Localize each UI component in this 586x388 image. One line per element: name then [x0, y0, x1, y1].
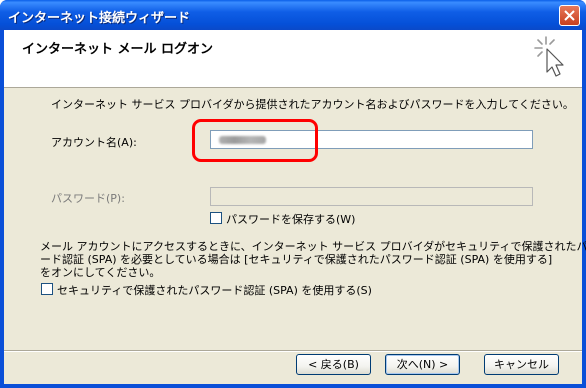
close-button[interactable] [559, 5, 580, 26]
wizard-header: インターネット メール ログオン [4, 30, 582, 88]
account-name-label: アカウント名(A): [51, 136, 137, 149]
spa-checkbox-label: セキュリティで保護されたパスワード認証 (SPA) を使用する(S) [57, 284, 372, 297]
instruction-text: インターネット サービス プロバイダから提供されたアカウント名およびパスワードを… [51, 98, 574, 111]
page-title: インターネット メール ログオン [22, 42, 214, 57]
save-password-label: パスワードを保存する(W) [226, 213, 356, 226]
wizard-window: インターネット接続ウィザード インターネット メール ログオン インターネット … [0, 0, 586, 388]
spa-note-line-3: をオンにしてください。 [40, 266, 161, 279]
password-label: パスワード(P): [51, 192, 125, 205]
footer-separator [4, 350, 582, 352]
wizard-sparkle-icon [534, 36, 564, 77]
dialog-client-area: インターネット メール ログオン インターネット サービス プロバイダから提供さ… [4, 30, 586, 384]
spa-checkbox[interactable] [41, 283, 53, 295]
cancel-button[interactable]: キャンセル [484, 354, 559, 375]
window-title: インターネット接続ウィザード [8, 11, 191, 26]
password-input[interactable] [210, 187, 533, 206]
save-password-checkbox[interactable] [210, 212, 222, 224]
next-button[interactable]: 次へ(N) > [385, 354, 460, 375]
title-bar[interactable]: インターネット接続ウィザード [0, 0, 586, 30]
annotation-highlight [192, 119, 318, 162]
close-icon [564, 10, 575, 21]
back-button[interactable]: < 戻る(B) [296, 354, 371, 375]
